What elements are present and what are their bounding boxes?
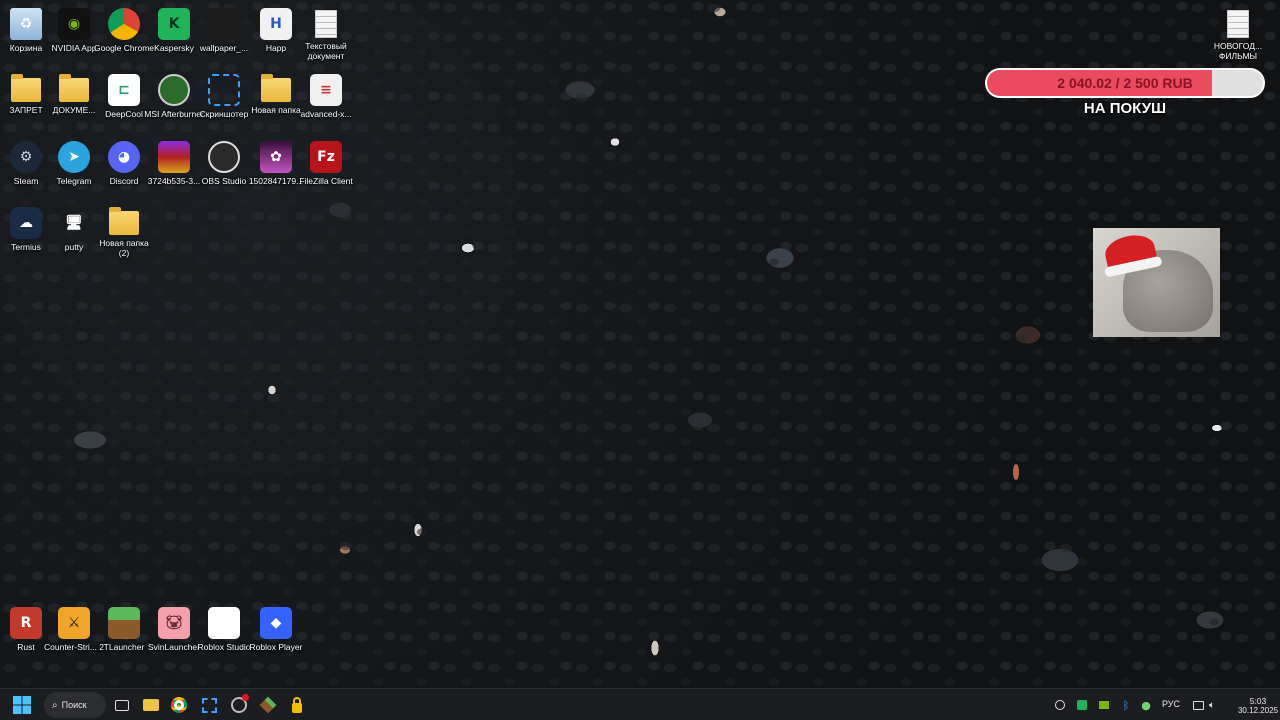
desktop-icon-label: Текстовый документ [305,41,347,61]
clock-time: 5:03 [1249,695,1267,706]
putty-icon: 🖥︎ [65,215,83,231]
desktop-icon[interactable]: Скриншотер [196,70,252,136]
desktop-icon[interactable]: K Kaspersky [146,4,202,70]
termius-icon: ☁ [10,207,42,239]
cat-image-widget [1093,228,1220,337]
taskbar-chrome-icon[interactable] [167,693,191,717]
tray-nvidia-icon[interactable] [1094,693,1114,717]
clock-date: 30.12.2025 [1237,705,1279,715]
desktop-icon[interactable]: 🖥︎ putty [46,203,102,269]
language-indicator[interactable]: РУС [1162,699,1180,709]
desktop-icon[interactable]: Fz FileZilla Client [298,137,354,203]
clock[interactable]: 5:03 30.12.2025 [1237,691,1279,719]
taskbar-screenshoter-icon[interactable] [197,693,221,717]
desktop-icon-label: FileZilla Client [299,176,353,186]
desktop-icon[interactable]: ▣ Roblox Studio [196,603,252,669]
desktop-icon[interactable]: ➤ Telegram [46,137,102,203]
desktop-icon[interactable]: OBS Studio [196,137,252,203]
taskbar-search[interactable]: ⌕ Поиск [44,692,106,718]
santa-hat-icon [1102,231,1158,271]
rust-icon: R [10,607,42,639]
tray-kaspersky-icon[interactable] [1072,693,1092,717]
text-document-icon [1227,10,1249,38]
desktop-icon[interactable]: ДОКУМЕ... [46,70,102,136]
desktop-icon[interactable]: Google Chrome [94,4,154,70]
taskbar: ⌕ Поиск ᛒ ● РУС 🔈︎ 5:03 30.12.2025 [0,688,1280,720]
desktop-icon[interactable]: 🐷︎ SvinLauncher [146,603,202,669]
file-explorer-icon[interactable] [139,693,163,717]
screenshoter-icon [208,74,240,106]
tlauncher-icon [108,607,140,639]
desktop-icon-label: Roblox Studio [197,642,251,652]
obs-icon [208,141,240,173]
roblox-studio-icon: ▣ [208,607,240,639]
folder-icon [59,74,89,102]
desktop-icon[interactable]: Новая папка [248,70,304,136]
steam-icon: ⚙ [10,141,42,173]
desktop-icon[interactable]: ⚔ Counter-Stri... 2 [44,603,104,669]
desktop-icon[interactable]: wallpaper_... [196,4,252,70]
task-view-icon[interactable] [110,693,134,717]
volume-icon[interactable]: 🔈︎ [1202,693,1222,717]
search-icon: ⌕ [52,699,58,711]
desktop-icon-label: НОВОГОД... ФИЛЬМЫ [1213,41,1263,61]
deepcool-icon: ⊏ [108,74,140,106]
recycle-bin-icon: ♻ [10,8,42,40]
donation-goal-title: НА ПОКУШ [1083,100,1167,117]
folder-icon [261,74,291,102]
telegram-icon: ➤ [58,141,90,173]
desktop-icon[interactable]: Новая папка (2) [96,203,152,269]
tray-app-icon[interactable] [1050,693,1070,717]
folder-icon [109,207,139,235]
msi-afterburner-icon [158,74,190,106]
desktop-icon[interactable]: TLauncher [96,603,152,669]
discord-icon: ◕ [108,141,140,173]
desktop-icon-label: Новая папка (2) [99,238,149,258]
taskbar-minecraft-icon[interactable] [256,693,280,717]
tray-microphone-icon[interactable]: ● [1136,693,1156,717]
donation-goal-amount: 2 040.02 / 2 500 RUB [1057,75,1193,91]
desktop-icon[interactable]: ≡ advanced-x... [298,70,354,136]
svinlauncher-icon: 🐷︎ [158,607,190,639]
winrar-icon [158,141,190,173]
desktop-icon[interactable]: ◆ Roblox Player [248,603,304,669]
desktop-icon[interactable]: НОВОГОД... ФИЛЬМЫ [1210,4,1266,70]
wallpaper-icon [208,8,240,40]
tray-bluetooth-icon[interactable]: ᛒ [1116,693,1136,717]
desktop-icon[interactable]: ✿ 1502847179... [248,137,304,203]
desktop-icon-label: OBS Studio [201,176,247,186]
text-document-icon [315,10,337,38]
desktop-icon-label: advanced-x... [300,109,352,119]
advanced-document-icon: ≡ [310,74,342,106]
taskbar-lock-icon[interactable] [285,693,309,717]
windows-start-icon [13,696,31,714]
taskbar-msi-afterburner-icon[interactable] [227,693,251,717]
start-button[interactable] [10,693,34,717]
desktop-icon[interactable]: Текстовый документ [298,4,354,70]
kaspersky-icon: K [158,8,190,40]
search-label: Поиск [61,700,87,710]
desktop-icon[interactable]: 3724b535-3... [146,137,202,203]
desktop-icon[interactable]: ◉ NVIDIA App [46,4,102,70]
desktop-icon-label: Скриншотер [199,109,249,119]
folder-icon [11,74,41,102]
filezilla-icon: Fz [310,141,342,173]
desktop-icon[interactable]: MSI Afterburner [144,70,204,136]
image-file-icon: ✿ [260,141,292,173]
desktop-icon[interactable]: ⊏ DeepCool [96,70,152,136]
desktop-icon-label: Roblox Player [249,642,303,652]
desktop-icon-label: wallpaper_... [199,43,249,53]
desktop-icon[interactable]: ◕ Discord [96,137,152,203]
donation-goal-bar: 2 040.02 / 2 500 RUB [985,68,1265,98]
happ-icon: H [260,8,292,40]
roblox-player-icon: ◆ [260,607,292,639]
counter-strike-icon: ⚔ [58,607,90,639]
nvidia-icon: ◉ [58,8,90,40]
chrome-icon [108,8,140,40]
